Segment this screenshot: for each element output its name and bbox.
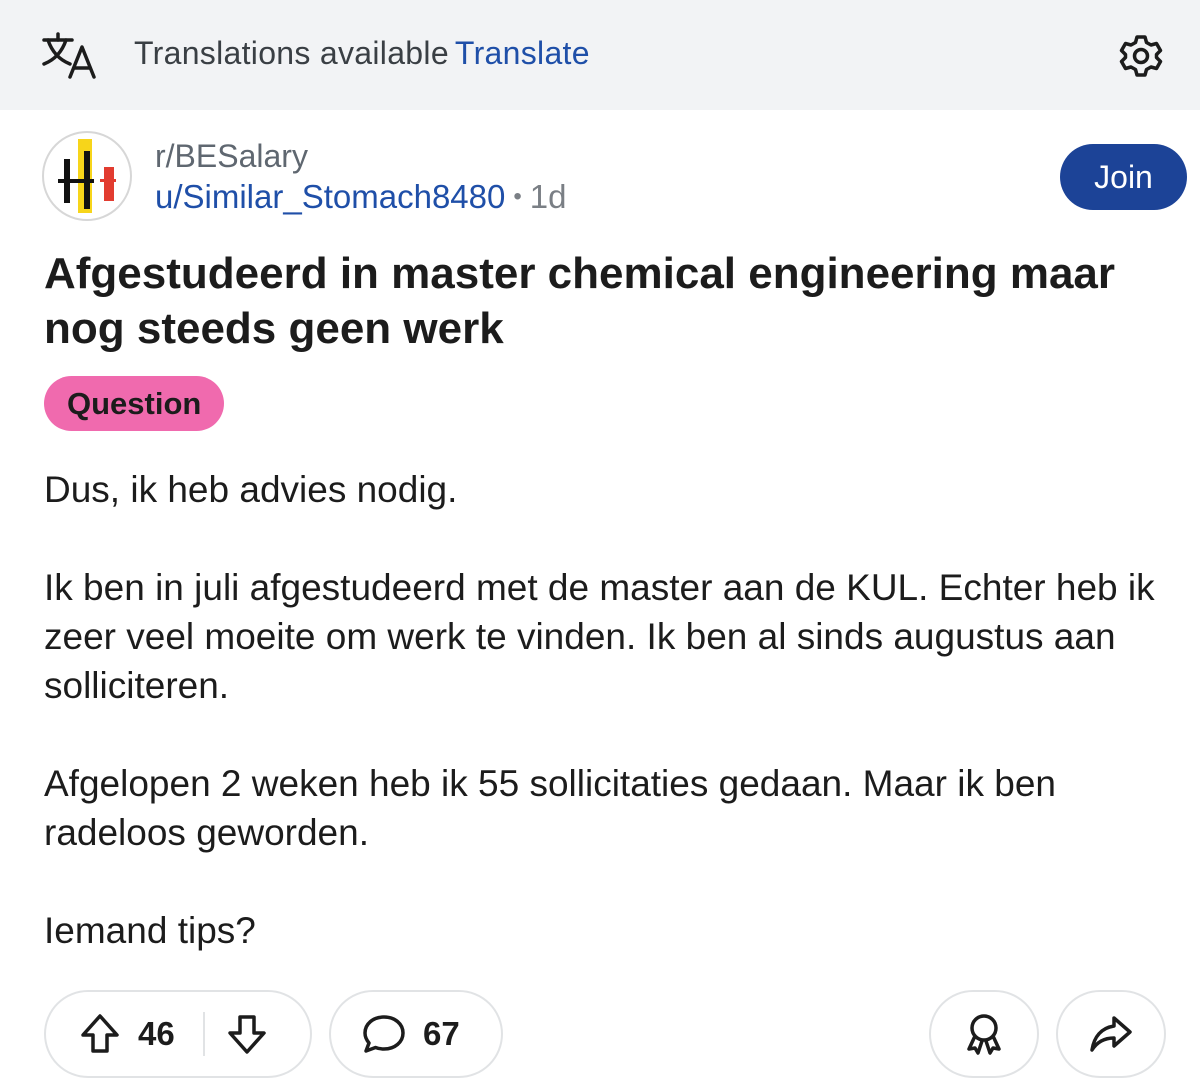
subreddit-name[interactable]: r/BESalary [155, 138, 308, 175]
downvote-icon[interactable] [225, 1012, 269, 1056]
comment-icon [363, 1015, 405, 1053]
award-icon [967, 1014, 1001, 1055]
post-title[interactable]: Afgestudeerd in master chemical engineer… [44, 246, 1174, 356]
translation-bar: Translations available Translate [0, 0, 1200, 110]
body-paragraph: Afgelopen 2 weken heb ik 55 sollicitatie… [44, 763, 1056, 853]
subreddit-avatar[interactable] [42, 131, 132, 221]
translate-icon [42, 32, 96, 79]
body-paragraph: Ik ben in juli afgestudeerd met de maste… [44, 567, 1155, 706]
share-button[interactable] [1056, 990, 1166, 1078]
translation-message: Translations available Translate [134, 35, 590, 72]
flair-badge[interactable]: Question [44, 376, 225, 431]
post-body: Dus, ik heb advies nodig. Ik ben in juli… [44, 465, 1164, 1004]
author-link[interactable]: u/Similar_Stomach8480 [155, 178, 505, 215]
body-paragraph: Iemand tips? [44, 910, 256, 951]
comments-button[interactable]: 67 [329, 990, 503, 1078]
gear-icon[interactable] [1118, 33, 1164, 79]
body-paragraph: Dus, ik heb advies nodig. [44, 469, 458, 510]
award-button[interactable] [929, 990, 1039, 1078]
translate-link[interactable]: Translate [455, 35, 590, 71]
join-button[interactable]: Join [1060, 144, 1187, 210]
vote-divider [202, 1012, 205, 1056]
vote-control: 46 [44, 990, 312, 1078]
meta-separator: • [513, 183, 522, 210]
post-meta: u/Similar_Stomach8480 • 1d [155, 178, 566, 216]
post-age: 1d [529, 178, 567, 215]
comment-count: 67 [423, 1015, 460, 1052]
translation-available-text: Translations available [134, 35, 449, 71]
upvote-icon[interactable] [78, 1012, 122, 1056]
belgian-flag-logo-icon [58, 139, 116, 213]
share-icon [1090, 1016, 1132, 1052]
upvote-count: 46 [138, 1015, 175, 1052]
